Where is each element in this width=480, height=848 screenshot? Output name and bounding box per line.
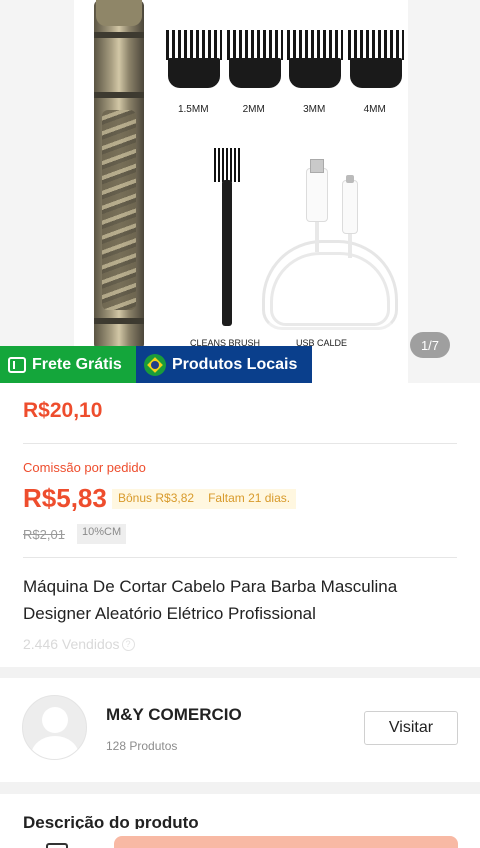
sold-count-text: 2.446 Vendidos [23,636,120,652]
section-separator [0,667,480,678]
bonus-days-left: Faltam 21 dias. [208,491,291,505]
image-page-counter: 1/7 [410,332,450,358]
bonus-tag: Bônus R$3,82 Faltam 21 dias. [112,489,297,509]
product-badges: Frete Grátis Produtos Locais [0,346,312,383]
cleaning-brush-illustration [214,148,240,328]
store-icon[interactable] [46,843,68,848]
shop-name[interactable]: M&Y COMERCIO [106,705,242,725]
divider [23,557,457,558]
usb-plug [306,159,328,222]
local-products-label: Produtos Locais [172,355,298,373]
comb-label: 4MM [363,104,386,115]
sold-count: 2.446 Vendidos ? [23,636,135,652]
commission-value: R$5,83 [23,483,107,513]
product-price: R$20,10 [23,399,103,422]
usb-c-plug [342,175,358,234]
commission-rate-tag: 10%CM [77,524,127,544]
bonus-amount: Bônus R$3,82 [118,491,195,505]
comb-labels: 1.5MM 2MM 3MM 4MM [166,104,402,115]
usb-cable-wire [348,234,352,258]
visit-shop-button[interactable]: Visitar [364,711,458,745]
usb-cable-wire [315,222,319,252]
comb-label: 3MM [303,104,326,115]
product-page: 1.5MM 2MM 3MM 4MM CLEANS BRUSH USB CALDE… [0,0,480,848]
commission-label: Comissão por pedido [23,460,146,475]
divider [23,443,457,444]
free-shipping-label: Frete Grátis [32,355,122,373]
shop-avatar[interactable] [22,695,87,760]
local-products-badge: Produtos Locais [136,346,312,383]
section-separator [0,782,480,794]
comb-guard [347,30,404,90]
comb-label: 2MM [242,104,265,115]
comb-guards [166,30,404,90]
usb-cable-loop [270,252,390,326]
truck-icon [8,356,26,373]
hair-trimmer-illustration [94,0,144,350]
comb-guard [287,30,343,90]
free-shipping-badge: Frete Grátis [0,346,136,383]
bottom-action-bar [0,830,480,848]
description-title: Descrição do produto [23,813,199,829]
original-commission: R$2,01 [23,527,65,542]
primary-action-button[interactable] [114,836,458,848]
comb-guard [226,30,283,90]
comb-guard [166,30,222,90]
help-icon[interactable]: ? [121,637,135,651]
product-image[interactable]: 1.5MM 2MM 3MM 4MM CLEANS BRUSH USB CALDE [74,0,408,383]
product-title: Máquina De Cortar Cabelo Para Barba Masc… [23,577,398,623]
shop-product-count: 128 Produtos [106,739,178,753]
comb-label: 1.5MM [177,104,209,115]
brazil-flag-icon [144,353,166,376]
product-image-gallery[interactable]: 1.5MM 2MM 3MM 4MM CLEANS BRUSH USB CALDE… [0,0,480,383]
